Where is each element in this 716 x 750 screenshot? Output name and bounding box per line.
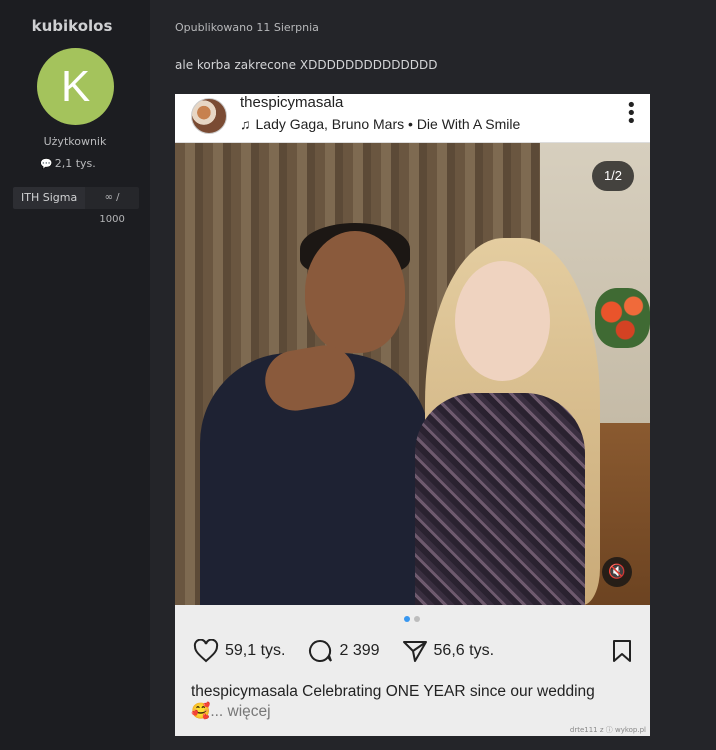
ig-music-label: Lady Gaga, Bruno Mars • Die With A Smile bbox=[255, 116, 521, 132]
ig-actions: 59,1 tys. 2 399 56,6 tys. bbox=[193, 635, 633, 667]
ig-footer: 59,1 tys. 2 399 56,6 tys. thespicymasala… bbox=[175, 605, 650, 736]
photo-man-head bbox=[305, 231, 405, 353]
author-panel: kubikolos K Użytkownik 💬 2,1 tys. ITH Sig… bbox=[0, 0, 150, 750]
shares: 56,6 tys. bbox=[402, 639, 494, 663]
author-posts: 💬 2,1 tys. bbox=[0, 157, 136, 170]
embedded-screenshot[interactable]: thespicymasala ♫ Lady Gaga, Bruno Mars • … bbox=[175, 94, 650, 736]
rank-name: ITH Sigma bbox=[13, 187, 86, 209]
caption-text: Celebrating ONE YEAR since our wedding bbox=[297, 683, 595, 700]
author-name[interactable]: kubikolos bbox=[0, 17, 144, 35]
comments-icon: 💬 bbox=[40, 159, 53, 170]
author-role: Użytkownik bbox=[43, 135, 107, 148]
photo-flowers bbox=[595, 288, 650, 348]
slide-counter: 1/2 bbox=[592, 161, 634, 191]
rank-badge: ITH Sigma ∞ / 1000 bbox=[13, 187, 139, 225]
caption-user: thespicymasala bbox=[191, 683, 298, 700]
music-note-icon: ♫ bbox=[240, 116, 251, 132]
comments: 2 399 bbox=[307, 639, 380, 663]
send-icon bbox=[402, 641, 427, 662]
caption-emoji: 🥰 bbox=[191, 703, 211, 720]
avatar[interactable]: K bbox=[37, 48, 114, 125]
watermark: drte111 z ⓘ wykop.pl bbox=[569, 726, 646, 734]
post-date: Opublikowano 11 Sierpnia bbox=[175, 21, 319, 34]
post-photo bbox=[175, 143, 650, 605]
caption-more: ... więcej bbox=[210, 703, 271, 720]
carousel-dot bbox=[414, 616, 420, 622]
photo-woman-dress bbox=[415, 393, 585, 605]
comment-icon bbox=[309, 639, 333, 662]
shares-count: 56,6 tys. bbox=[433, 642, 495, 659]
photo-woman-face bbox=[455, 261, 550, 381]
reputation: ∞ / 1000 bbox=[85, 187, 139, 225]
mute-icon: 🔇 bbox=[602, 557, 632, 587]
likes-count: 59,1 tys. bbox=[225, 642, 286, 659]
ig-caption: thespicymasala Celebrating ONE YEAR sinc… bbox=[191, 682, 631, 722]
comments-count: 2 399 bbox=[339, 642, 380, 659]
carousel-dots bbox=[404, 616, 420, 622]
heart-icon bbox=[193, 639, 219, 663]
bookmark-icon bbox=[613, 640, 631, 662]
more-options-icon: • • • bbox=[626, 95, 637, 132]
ig-header: thespicymasala ♫ Lady Gaga, Bruno Mars • … bbox=[175, 94, 650, 143]
ig-username: thespicymasala bbox=[240, 94, 344, 111]
carousel-dot bbox=[404, 616, 410, 622]
ig-music: ♫ Lady Gaga, Bruno Mars • Die With A Smil… bbox=[240, 116, 520, 132]
posts-count: 2,1 tys. bbox=[54, 157, 96, 170]
likes: 59,1 tys. bbox=[193, 639, 285, 663]
post-text: ale korba zakrecone XDDDDDDDDDDDDDD bbox=[175, 58, 438, 72]
ig-avatar bbox=[191, 98, 227, 134]
